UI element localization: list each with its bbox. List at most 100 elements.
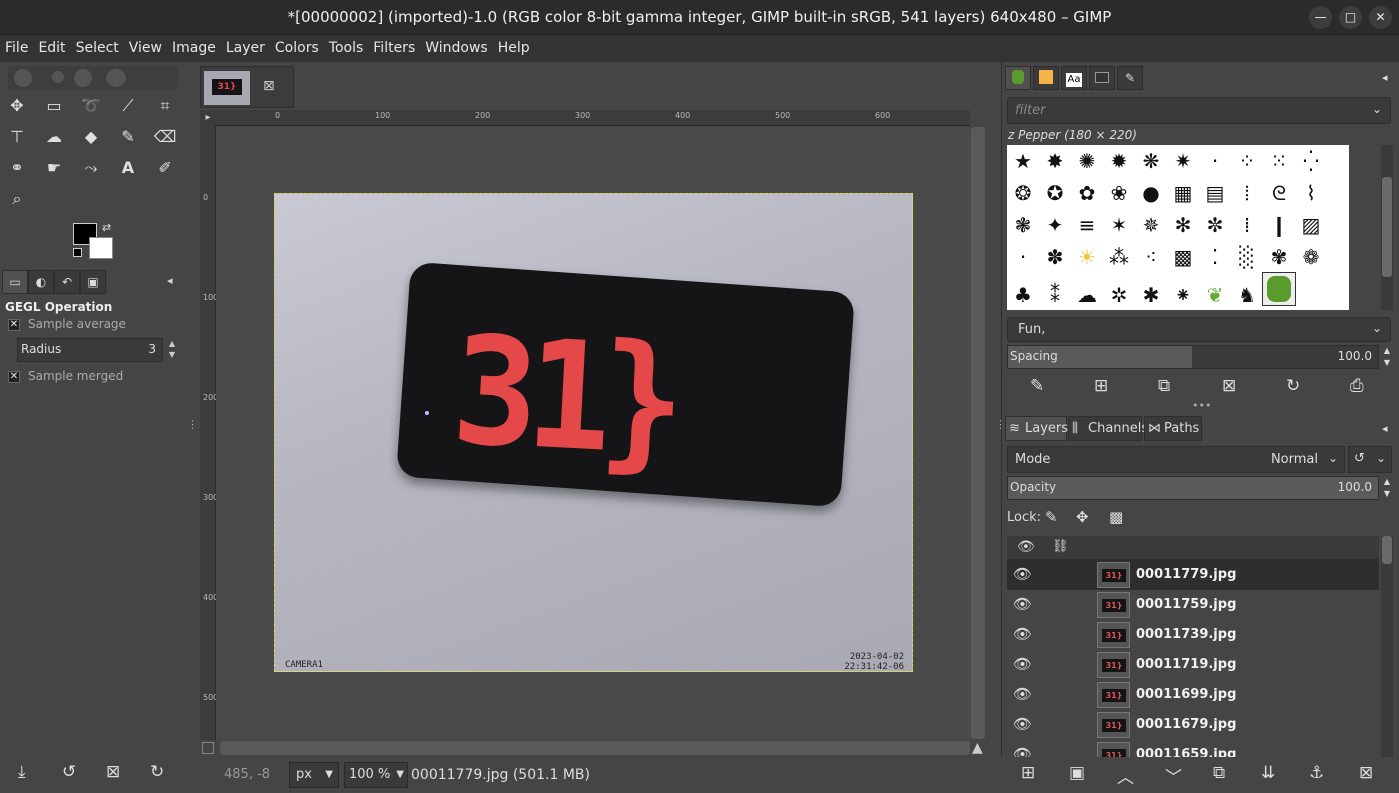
brush-thumb[interactable]: ⁑ [1039, 279, 1071, 310]
sample-average-checkbox[interactable]: ✕ [8, 319, 20, 331]
fuzzy-select-tool-icon[interactable]: ⟋ [113, 92, 143, 120]
brush-thumb[interactable]: ❙ [1263, 209, 1295, 241]
brush-thumb[interactable]: ✺ [1071, 145, 1103, 177]
brush-thumb[interactable]: ▤ [1199, 177, 1231, 209]
brush-thumb[interactable]: ✷ [1167, 145, 1199, 177]
warp-tool-icon[interactable]: ☁ [39, 123, 69, 151]
eye-icon[interactable]: 👁 [1013, 655, 1032, 673]
brush-thumb[interactable]: ❋ [1135, 145, 1167, 177]
minimize-button[interactable]: — [1309, 6, 1332, 29]
new-layer-group-icon[interactable]: ▣ [1069, 763, 1085, 783]
brush-thumb[interactable]: · [1199, 145, 1231, 177]
layer-row[interactable]: 👁 31} 00011759.jpg [1007, 590, 1379, 620]
clone-tool-icon[interactable]: ⚭ [2, 154, 32, 182]
brush-thumb[interactable]: ⁂ [1103, 241, 1135, 273]
smudge-tool-icon[interactable]: ☛ [39, 154, 69, 182]
new-brush-icon[interactable]: ⊞ [1094, 376, 1108, 396]
brush-thumb[interactable]: ● [1135, 177, 1167, 209]
tab-brushes-icon[interactable] [1005, 66, 1031, 90]
color-picker-tool-icon[interactable]: ✐ [150, 154, 180, 182]
zoom-image-on-resize-icon[interactable] [202, 742, 214, 754]
brush-thumb[interactable]: ⁙ [1263, 145, 1295, 177]
brush-thumb[interactable]: ⁛ [1295, 145, 1327, 177]
refresh-brushes-icon[interactable]: ↻ [1286, 376, 1300, 396]
menu-image[interactable]: Image [167, 35, 221, 62]
close-image-tab-icon[interactable]: ⊠ [263, 78, 275, 94]
brush-thumb[interactable]: ☁ [1071, 279, 1103, 310]
delete-layer-icon[interactable]: ⊠ [1359, 763, 1373, 783]
navigate-image-icon[interactable]: ▲ [972, 740, 983, 756]
brush-thumb[interactable]: ✪ [1039, 177, 1071, 209]
default-colors-icon[interactable] [73, 248, 82, 257]
layer-opacity-slider[interactable]: Opacity 100.0 [1007, 476, 1379, 500]
brush-thumb[interactable] [1262, 272, 1296, 306]
brush-thumb[interactable]: ❀ [1103, 177, 1135, 209]
brush-thumb[interactable]: ▩ [1167, 241, 1199, 273]
horizontal-scrollbar[interactable] [220, 741, 970, 755]
layer-opacity-stepper[interactable]: ▲ ▼ [1381, 476, 1393, 500]
brush-thumb[interactable]: ⦙ [1231, 177, 1263, 209]
brush-thumb[interactable]: ✼ [1199, 209, 1231, 241]
unified-transform-tool-icon[interactable]: ⊤ [2, 123, 32, 151]
dock-separator-handle[interactable]: ••• [1192, 399, 1211, 412]
anchor-layer-icon[interactable]: ⚓ [1309, 763, 1324, 783]
layer-row[interactable]: 👁 31} 00011719.jpg [1007, 650, 1379, 680]
brush-thumb[interactable]: ≡ [1071, 209, 1103, 241]
brush-thumb[interactable]: ✹ [1103, 145, 1135, 177]
layer-row[interactable]: 👁 31} 00011679.jpg [1007, 710, 1379, 740]
brush-thumb[interactable]: ✾ [1263, 241, 1295, 273]
merge-layer-icon[interactable]: ⇊ [1261, 763, 1275, 783]
tab-document-history-icon[interactable] [1089, 66, 1115, 90]
image-canvas[interactable]: 31} CAMERA1 2023-04-02 22:31:42-06 [274, 193, 913, 672]
layer-mode-select[interactable]: Mode Normal ⌄ [1007, 446, 1345, 473]
tab-patterns-icon[interactable] [1033, 66, 1059, 90]
brush-spacing-slider[interactable]: Spacing 100.0 [1007, 345, 1379, 369]
eye-icon[interactable]: 👁 [1013, 745, 1032, 757]
lock-alpha-icon[interactable]: ▩ [1109, 508, 1123, 526]
duplicate-brush-icon[interactable]: ⧉ [1158, 376, 1170, 396]
brush-thumb[interactable]: · [1007, 241, 1039, 273]
dock-menu-icon[interactable]: ◂ [167, 274, 173, 287]
menu-select[interactable]: Select [71, 35, 124, 62]
menu-windows[interactable]: Windows [420, 35, 493, 62]
chain-column-icon[interactable]: ⛓ [1052, 539, 1069, 554]
horizontal-ruler[interactable]: 0 100 200 300 400 500 600 [216, 110, 970, 126]
new-layer-icon[interactable]: ⊞ [1021, 763, 1035, 783]
brush-thumb[interactable]: ★ [1007, 145, 1039, 177]
layer-composite-select[interactable]: ↺ ⌄ [1348, 446, 1392, 473]
sample-merged-checkbox[interactable]: ✕ [8, 371, 20, 383]
tab-images[interactable]: ▣ [80, 270, 106, 294]
layer-row[interactable]: 👁 31} 00011659.jpg [1007, 740, 1379, 757]
brush-thumb[interactable]: ⁞ [1231, 209, 1263, 241]
brush-thumb[interactable]: ▦ [1167, 177, 1199, 209]
layers-dock-menu-icon[interactable]: ◂ [1382, 422, 1388, 435]
brush-thumb[interactable]: ❁ [1295, 241, 1327, 273]
eye-icon[interactable]: 👁 [1013, 565, 1032, 583]
open-brush-as-image-icon[interactable]: ⎙ [1350, 376, 1364, 396]
unit-select[interactable]: px ▼ [289, 762, 339, 788]
tab-paths[interactable]: ⋈ Paths [1144, 416, 1202, 441]
tab-layers[interactable]: ≋ Layers [1005, 416, 1068, 441]
move-tool-icon[interactable]: ✥ [2, 92, 32, 120]
zoom-select[interactable]: 100 % ▼ [344, 762, 408, 788]
edit-brush-icon[interactable]: ✎ [1030, 376, 1044, 396]
brush-filter-input[interactable]: filter ⌄ [1007, 97, 1391, 124]
brush-thumb[interactable]: ✱ [1135, 279, 1167, 310]
raise-layer-icon[interactable]: ︿ [1117, 763, 1134, 788]
menu-file[interactable]: File [0, 35, 33, 62]
duplicate-layer-icon[interactable]: ⧉ [1213, 763, 1225, 783]
eraser-tool-icon[interactable]: ⌫ [150, 123, 180, 151]
close-window-button[interactable]: ✕ [1369, 6, 1392, 29]
brush-thumb[interactable]: ⁕ [1167, 279, 1199, 310]
tab-device-status[interactable]: ◐ [28, 270, 54, 294]
save-tool-preset-icon[interactable]: ⤓ [18, 762, 26, 782]
tab-tool-options[interactable]: ▭ [2, 270, 28, 294]
swap-colors-icon[interactable]: ⇄ [102, 221, 111, 234]
brush-thumb[interactable]: ♣ [1007, 279, 1039, 310]
lock-pixels-icon[interactable]: ✎ [1045, 508, 1058, 526]
tab-fonts-icon[interactable]: Aa [1061, 66, 1087, 90]
background-color[interactable] [89, 237, 113, 259]
maximize-button[interactable]: □ [1339, 6, 1362, 29]
menu-tools[interactable]: Tools [324, 35, 369, 62]
brush-thumb[interactable]: ✽ [1039, 241, 1071, 273]
